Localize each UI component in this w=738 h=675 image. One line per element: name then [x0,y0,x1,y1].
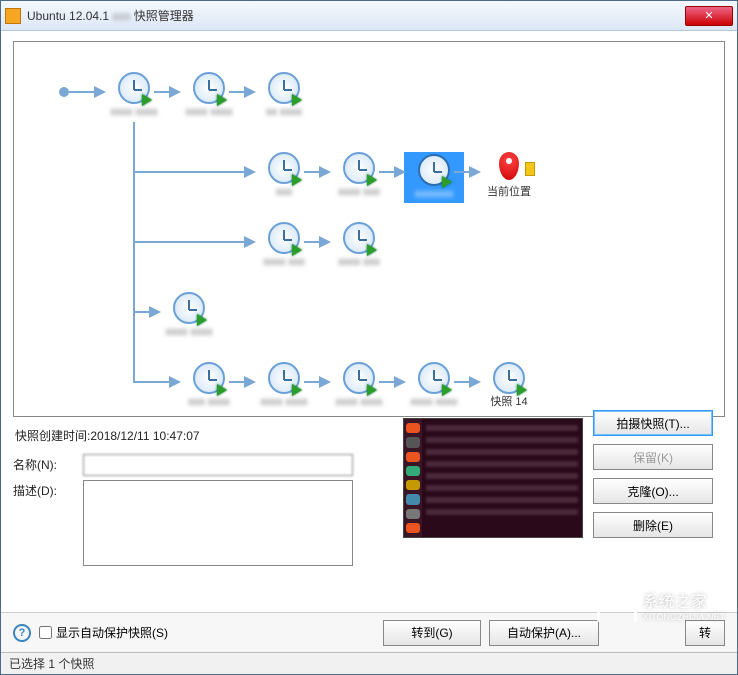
snapshot-manager-window: Ubuntu 12.04.1 xxx 快照管理器 ✕ xxxx xxxx xxx… [0,0,738,675]
snapshot-node[interactable]: xxxx xxxx [254,362,314,409]
close-button[interactable]: ✕ [685,6,733,26]
description-textarea[interactable] [83,480,353,566]
snapshot-node[interactable]: xx xxxx [254,72,314,119]
snapshot-node[interactable]: xxxx xxxx [159,292,219,339]
show-autoprotect-input[interactable] [39,626,52,639]
snapshot-node[interactable]: xxxx xxxx [404,362,464,409]
help-icon[interactable]: ? [13,624,31,642]
snapshot-14-node[interactable]: 快照 14 [479,362,539,409]
snapshot-thumbnail[interactable] [403,418,583,538]
clone-button[interactable]: 克隆(O)... [593,478,713,504]
snapshot-node[interactable]: xxxx xxxx [329,362,389,409]
description-label: 描述(D): [13,480,83,499]
content-area: xxxx xxxx xxxx xxxx xx xxxx xxx xxxx xxx… [1,31,737,612]
goto-button[interactable]: 转到(G) [383,620,481,646]
take-snapshot-button[interactable]: 拍摄快照(T)... [593,410,713,436]
snapshot-node[interactable]: xxxx xxx [329,152,389,199]
snapshot-node[interactable]: xxxx xxx [254,222,314,269]
current-location-node[interactable]: 当前位置 [479,152,539,199]
autoprotect-button[interactable]: 自动保护(A)... [489,620,599,646]
watermark: 系统之家 XITONGZHIJIA.NET [597,588,725,622]
titlebar[interactable]: Ubuntu 12.04.1 xxx 快照管理器 ✕ [1,1,737,31]
keep-button[interactable]: 保留(K) [593,444,713,470]
delete-button[interactable]: 删除(E) [593,512,713,538]
watermark-logo-icon [597,588,637,622]
goto2-button[interactable]: 转 [685,620,725,646]
statusbar: 已选择 1 个快照 [1,652,737,674]
origin-node[interactable] [59,87,69,97]
bottom-toolbar: ? 显示自动保护快照(S) 转到(G) 自动保护(A)... 转 系统之家 XI… [1,612,737,652]
status-selection-text: 已选择 1 个快照 [9,655,94,672]
snapshot-node[interactable]: xxxx xxx [329,222,389,269]
snapshot-node[interactable]: xxx xxxx [179,362,239,409]
snapshot-tree-panel[interactable]: xxxx xxxx xxxx xxxx xx xxxx xxx xxxx xxx… [13,41,725,417]
app-icon [5,8,21,24]
window-title: Ubuntu 12.04.1 xxx 快照管理器 [27,7,685,24]
snapshot-node[interactable]: xxx [254,152,314,199]
snapshot-node-selected[interactable]: xxxxxxx [404,152,464,203]
name-label: 名称(N): [13,454,83,473]
snapshot-node[interactable]: xxxx xxxx [179,72,239,119]
name-input[interactable] [83,454,353,476]
show-autoprotect-checkbox[interactable]: 显示自动保护快照(S) [39,624,375,641]
snapshot-node[interactable]: xxxx xxxx [104,72,164,119]
